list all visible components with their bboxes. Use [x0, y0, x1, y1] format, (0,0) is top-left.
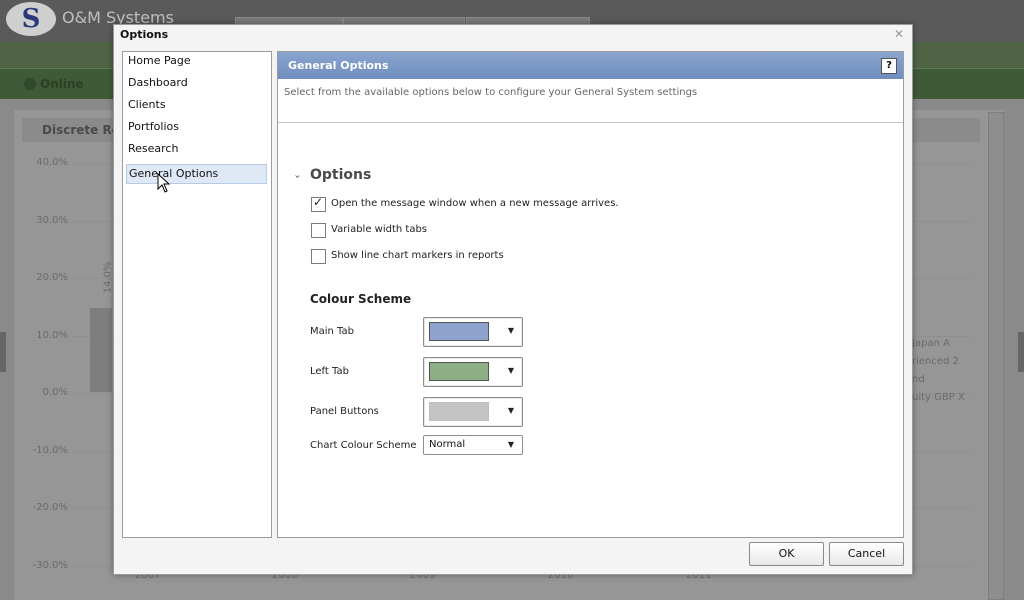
cancel-button[interactable]: Cancel: [829, 542, 904, 566]
main-tab-colour-swatch: [429, 322, 489, 341]
mouse-cursor-icon: [157, 173, 171, 193]
dialog-title: Options: [120, 28, 169, 41]
background-y-tick: 10.0%: [36, 329, 68, 341]
chart-markers-label[interactable]: Show line chart markers in reports: [331, 250, 504, 261]
message-window-checkbox[interactable]: ✓: [311, 195, 326, 212]
background-y-tick: 20.0%: [36, 272, 68, 283]
background-bar: [90, 308, 112, 392]
chart-colour-scheme-select[interactable]: Normal ▼: [423, 435, 523, 455]
company-logo: S: [6, 2, 56, 36]
background-y-tick: 0.0%: [42, 387, 68, 398]
globe-icon: [24, 78, 36, 90]
panel-buttons-colour-swatch: [429, 402, 489, 421]
left-tab-colour-swatch: [429, 362, 489, 381]
right-panel-handle[interactable]: [1018, 332, 1024, 372]
chart-colour-scheme-value: Normal: [429, 439, 466, 450]
background-y-tick: 30.0%: [36, 214, 68, 226]
left-tab-colour-picker[interactable]: ▼: [423, 357, 523, 387]
options-dialog: Options ✕ Home Page Dashboard Clients Po…: [113, 24, 913, 575]
chevron-down-icon[interactable]: ›: [292, 175, 303, 179]
chart-colour-scheme-label: Chart Colour Scheme: [310, 440, 417, 451]
left-panel-handle[interactable]: [0, 332, 6, 372]
panel-description: Select from the available options below …: [284, 87, 698, 98]
nav-item-clients[interactable]: Clients: [126, 98, 267, 118]
background-y-tick: -20.0%: [32, 502, 68, 513]
main-tab-label: Main Tab: [310, 326, 354, 337]
panel-header: General Options ?: [278, 52, 903, 79]
background-y-tick: 40.0%: [36, 157, 68, 168]
colour-scheme-title: Colour Scheme: [310, 292, 412, 306]
checkmark-icon: ✓: [313, 195, 324, 209]
close-icon[interactable]: ✕: [894, 27, 904, 41]
dropdown-arrow-icon: ▼: [507, 366, 514, 375]
background-legend-item: nd: [912, 374, 925, 385]
dropdown-arrow-icon: ▼: [507, 326, 514, 335]
main-tab-colour-picker[interactable]: ▼: [423, 317, 523, 347]
online-status: Online: [40, 77, 84, 91]
ok-button[interactable]: OK: [749, 542, 824, 566]
divider: [278, 122, 903, 123]
background-bar-label: 14.0%: [102, 261, 114, 294]
background-y-tick: -10.0%: [32, 444, 68, 456]
background-panel-title: Discrete Re: [42, 123, 120, 137]
options-nav: Home Page Dashboard Clients Portfolios R…: [122, 51, 272, 538]
background-legend-item: rienced 2: [912, 356, 959, 367]
background-legend-item: uity GBP X: [912, 392, 965, 403]
help-icon[interactable]: ?: [881, 58, 897, 74]
background-y-tick: -30.0%: [32, 559, 68, 571]
general-options-panel: General Options ? Select from the availa…: [277, 51, 904, 538]
chart-markers-checkbox[interactable]: [311, 249, 326, 264]
nav-item-research[interactable]: Research: [126, 142, 267, 162]
background-legend-item: Japan A: [912, 338, 950, 349]
panel-buttons-label: Panel Buttons: [310, 406, 379, 417]
nav-item-general-options[interactable]: General Options: [126, 164, 267, 184]
variable-width-tabs-checkbox[interactable]: [311, 223, 326, 238]
panel-title: General Options: [288, 59, 389, 72]
background-scrollbar[interactable]: [988, 112, 1004, 600]
message-window-label[interactable]: Open the message window when a new messa…: [331, 198, 619, 209]
panel-buttons-colour-picker[interactable]: ▼: [423, 397, 523, 427]
nav-item-home-page[interactable]: Home Page: [126, 54, 267, 74]
dropdown-arrow-icon: ▼: [507, 406, 514, 415]
nav-item-dashboard[interactable]: Dashboard: [126, 76, 267, 96]
left-tab-label: Left Tab: [310, 366, 349, 377]
options-section-title[interactable]: Options: [310, 167, 371, 183]
dropdown-arrow-icon: ▼: [507, 440, 514, 449]
variable-width-tabs-label[interactable]: Variable width tabs: [331, 224, 427, 235]
nav-item-portfolios[interactable]: Portfolios: [126, 120, 267, 140]
